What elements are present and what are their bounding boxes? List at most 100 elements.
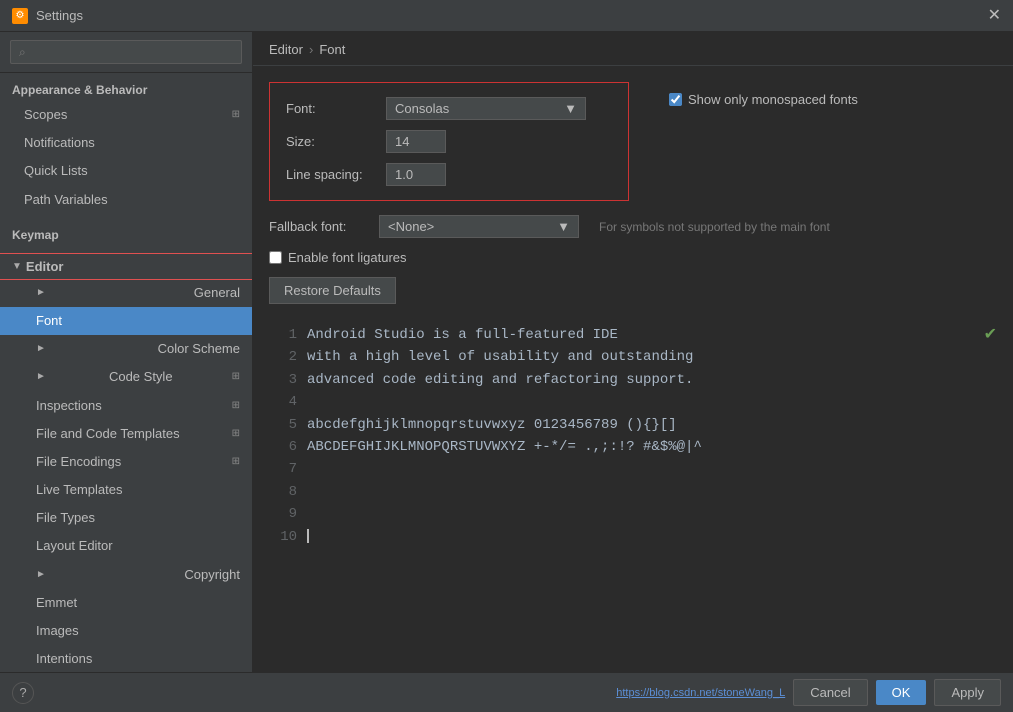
preview-text-1: Android Studio is a full-featured IDE <box>307 324 997 346</box>
ligature-checkbox[interactable] <box>269 251 282 264</box>
color-scheme-arrow <box>36 342 46 356</box>
inspections-config-icon: ⊞ <box>232 399 240 413</box>
preview-line-4: 4 <box>269 391 997 413</box>
sidebar-item-live-templates[interactable]: Live Templates <box>0 476 252 504</box>
preview-line-3: 3 advanced code editing and refactoring … <box>269 369 997 391</box>
line-number-9: 9 <box>269 503 297 525</box>
preview-text-3: advanced code editing and refactoring su… <box>307 369 997 391</box>
content-area: Editor › Font Font: Consolas ▼ <box>253 32 1013 672</box>
font-settings-box: Font: Consolas ▼ Size: Line spacing: <box>269 82 629 201</box>
line-number-7: 7 <box>269 458 297 480</box>
preview-line-7: 7 <box>269 458 997 480</box>
preview-area: ✔ 1 Android Studio is a full-featured ID… <box>253 316 1013 672</box>
ligature-label[interactable]: Enable font ligatures <box>269 250 407 265</box>
keymap-section: Keymap <box>0 218 252 250</box>
font-dropdown[interactable]: Consolas ▼ <box>386 97 586 120</box>
main-container: Appearance & Behavior Scopes ⊞ Notificat… <box>0 32 1013 672</box>
sidebar-item-keymap[interactable]: Keymap <box>0 222 252 246</box>
breadcrumb: Editor › Font <box>253 32 1013 66</box>
font-row: Font: Consolas ▼ <box>286 97 612 120</box>
show-monospaced-label[interactable]: Show only monospaced fonts <box>669 92 858 107</box>
preview-line-6: 6 ABCDEFGHIJKLMNOPQRSTUVWXYZ +-*/= .,;:!… <box>269 436 997 458</box>
sidebar: Appearance & Behavior Scopes ⊞ Notificat… <box>0 32 253 672</box>
editor-section: Editor General Font Color Scheme Code St… <box>0 250 252 672</box>
title-bar-left: ⚙ Settings <box>12 8 83 24</box>
ligature-row: Enable font ligatures <box>269 250 997 265</box>
preview-line-5: 5 abcdefghijklmnopqrstuvwxyz 0123456789 … <box>269 414 997 436</box>
line-number-5: 5 <box>269 414 297 436</box>
size-input[interactable] <box>386 130 446 153</box>
checkmark-icon: ✔ <box>984 324 997 344</box>
close-button[interactable]: ✕ <box>988 8 1001 24</box>
scopes-config-icon: ⊞ <box>232 108 240 122</box>
sidebar-group-editor[interactable]: Editor <box>0 254 252 279</box>
file-code-templates-config-icon: ⊞ <box>232 427 240 441</box>
fallback-font-dropdown[interactable]: <None> ▼ <box>379 215 579 238</box>
sidebar-item-notifications[interactable]: Notifications <box>0 129 252 157</box>
fallback-font-value: <None> <box>388 219 434 234</box>
apply-button[interactable]: Apply <box>934 679 1001 706</box>
search-box <box>0 32 252 73</box>
sidebar-item-general[interactable]: General <box>0 279 252 307</box>
restore-defaults-button[interactable]: Restore Defaults <box>269 277 396 304</box>
sidebar-item-scopes[interactable]: Scopes ⊞ <box>0 101 252 129</box>
help-button[interactable]: ? <box>12 682 34 704</box>
preview-text-4 <box>307 391 997 413</box>
preview-text-6: ABCDEFGHIJKLMNOPQRSTUVWXYZ +-*/= .,;:!? … <box>307 436 997 458</box>
sidebar-item-images[interactable]: Images <box>0 617 252 645</box>
line-number-6: 6 <box>269 436 297 458</box>
sidebar-item-file-code-templates[interactable]: File and Code Templates ⊞ <box>0 420 252 448</box>
title-bar: ⚙ Settings ✕ <box>0 0 1013 32</box>
sidebar-item-layout-editor[interactable]: Layout Editor <box>0 532 252 560</box>
sidebar-item-copyright[interactable]: Copyright <box>0 561 252 589</box>
ok-button[interactable]: OK <box>876 680 927 705</box>
sidebar-item-path-variables[interactable]: Path Variables <box>0 186 252 214</box>
settings-panel: Font: Consolas ▼ Size: Line spacing: <box>253 66 1013 316</box>
font-value: Consolas <box>395 101 449 116</box>
cancel-button[interactable]: Cancel <box>793 679 867 706</box>
sidebar-item-file-types[interactable]: File Types <box>0 504 252 532</box>
breadcrumb-editor: Editor <box>269 42 303 57</box>
preview-text-5: abcdefghijklmnopqrstuvwxyz 0123456789 ()… <box>307 414 997 436</box>
window-title: Settings <box>36 8 83 23</box>
appearance-behavior-section: Appearance & Behavior Scopes ⊞ Notificat… <box>0 73 252 218</box>
fallback-font-hint: For symbols not supported by the main fo… <box>599 220 830 234</box>
font-dropdown-arrow: ▼ <box>564 101 577 116</box>
sidebar-item-inspections[interactable]: Inspections ⊞ <box>0 392 252 420</box>
search-input[interactable] <box>10 40 242 64</box>
line-spacing-input[interactable] <box>386 163 446 186</box>
breadcrumb-font: Font <box>319 42 345 57</box>
preview-line-1: 1 Android Studio is a full-featured IDE <box>269 324 997 346</box>
sidebar-group-appearance-behavior[interactable]: Appearance & Behavior <box>0 77 252 101</box>
text-cursor <box>307 529 309 543</box>
line-number-4: 4 <box>269 391 297 413</box>
bottom-right: https://blog.csdn.net/stoneWang_L Cancel… <box>616 679 1001 706</box>
file-encodings-config-icon: ⊞ <box>232 455 240 469</box>
line-spacing-label: Line spacing: <box>286 167 386 182</box>
sidebar-item-code-style[interactable]: Code Style ⊞ <box>0 363 252 391</box>
sidebar-item-font[interactable]: Font <box>0 307 252 335</box>
code-style-config-icon: ⊞ <box>232 370 240 384</box>
preview-text-8 <box>307 481 997 503</box>
fallback-dropdown-arrow: ▼ <box>557 219 570 234</box>
line-number-10: 10 <box>269 526 297 548</box>
preview-line-2: 2 with a high level of usability and out… <box>269 346 997 368</box>
line-number-1: 1 <box>269 324 297 346</box>
sidebar-item-color-scheme[interactable]: Color Scheme <box>0 335 252 363</box>
preview-text-10 <box>307 526 997 548</box>
preview-text-9 <box>307 503 997 525</box>
line-number-3: 3 <box>269 369 297 391</box>
preview-text-2: with a high level of usability and outst… <box>307 346 997 368</box>
editor-expand-arrow <box>12 261 22 272</box>
show-monospaced-checkbox[interactable] <box>669 93 682 106</box>
code-style-arrow <box>36 370 46 384</box>
size-row: Size: <box>286 130 612 153</box>
preview-line-8: 8 <box>269 481 997 503</box>
line-number-8: 8 <box>269 481 297 503</box>
bottom-left: ? <box>12 682 34 704</box>
line-spacing-row: Line spacing: <box>286 163 612 186</box>
sidebar-item-quick-lists[interactable]: Quick Lists <box>0 157 252 185</box>
sidebar-item-intentions[interactable]: Intentions <box>0 645 252 672</box>
sidebar-item-file-encodings[interactable]: File Encodings ⊞ <box>0 448 252 476</box>
sidebar-item-emmet[interactable]: Emmet <box>0 589 252 617</box>
